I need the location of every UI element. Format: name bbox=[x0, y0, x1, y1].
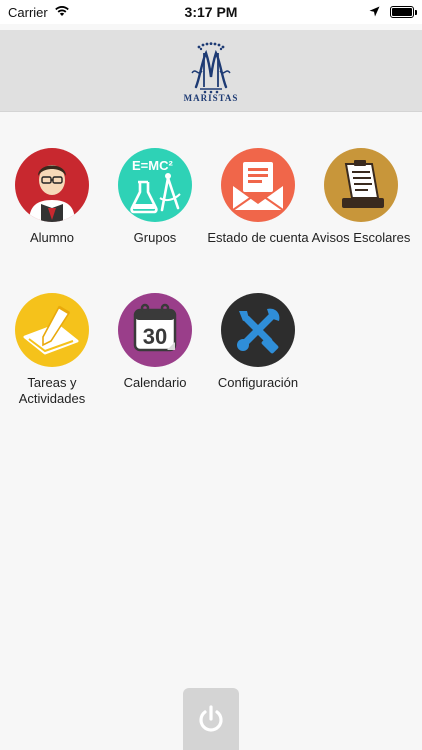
status-bar: Carrier 3:17 PM bbox=[0, 0, 422, 24]
logo-text: MARISTAS bbox=[183, 92, 239, 103]
maristas-logo: MARISTAS bbox=[182, 39, 240, 103]
power-icon bbox=[199, 705, 223, 732]
homework-icon bbox=[15, 293, 89, 367]
student-icon bbox=[15, 148, 89, 222]
menu-label: Grupos bbox=[133, 230, 177, 245]
battery-icon bbox=[390, 6, 417, 18]
menu-item-tareas-y-actividades[interactable]: Tareas y Actividades bbox=[0, 293, 104, 407]
menu-label: Alumno bbox=[29, 230, 75, 245]
menu-label: Avisos Escolares bbox=[311, 230, 411, 245]
tools-icon bbox=[221, 293, 295, 367]
menu-label: Configuración bbox=[217, 375, 299, 390]
wifi-icon bbox=[54, 5, 70, 20]
menu-item-alumno[interactable]: Alumno bbox=[0, 148, 104, 246]
menu-item-avisos-escolares[interactable]: Avisos Escolares bbox=[309, 148, 413, 246]
science-icon: E=MC² bbox=[118, 148, 192, 222]
calendar-icon: 30 bbox=[118, 293, 192, 367]
menu-label: Estado de cuenta bbox=[207, 230, 309, 245]
svg-text:30: 30 bbox=[143, 324, 167, 349]
notice-icon bbox=[324, 148, 398, 222]
menu-item-configuracion[interactable]: Configuración bbox=[206, 293, 310, 391]
envelope-icon bbox=[221, 148, 295, 222]
svg-text:E=MC²: E=MC² bbox=[132, 158, 173, 173]
menu-item-estado-de-cuenta[interactable]: Estado de cuenta bbox=[206, 148, 310, 246]
menu-item-grupos[interactable]: E=MC² Grupos bbox=[103, 148, 207, 246]
status-right bbox=[369, 5, 417, 20]
power-button[interactable] bbox=[183, 688, 239, 750]
logo-emblem-icon bbox=[191, 41, 231, 93]
app-header: MARISTAS bbox=[0, 30, 422, 112]
menu-label: Tareas y Actividades bbox=[18, 375, 86, 406]
carrier-label: Carrier bbox=[8, 4, 48, 20]
menu-item-calendario[interactable]: 30 Calendario bbox=[103, 293, 207, 391]
status-left: Carrier bbox=[8, 5, 70, 20]
location-arrow-icon bbox=[369, 5, 380, 20]
menu-label: Calendario bbox=[123, 375, 187, 390]
